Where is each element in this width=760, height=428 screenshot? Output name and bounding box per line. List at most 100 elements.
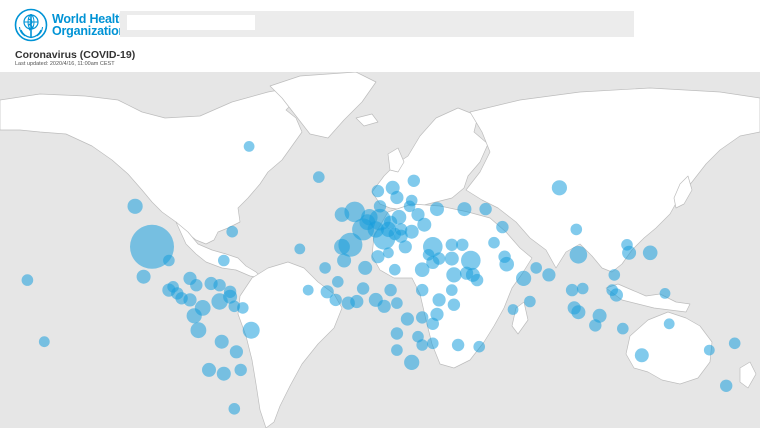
case-bubble[interactable]: [163, 254, 175, 267]
search-input[interactable]: [127, 15, 255, 30]
case-bubble[interactable]: [663, 318, 675, 330]
case-bubble[interactable]: [216, 366, 231, 381]
case-bubble[interactable]: [542, 268, 556, 282]
case-bubble[interactable]: [38, 336, 50, 348]
case-bubble[interactable]: [329, 293, 342, 307]
case-bubble[interactable]: [373, 200, 387, 213]
case-bubble[interactable]: [371, 184, 385, 198]
case-bubble[interactable]: [211, 293, 228, 310]
case-bubble[interactable]: [479, 202, 492, 216]
case-bubble[interactable]: [617, 322, 629, 335]
world-map-canvas[interactable]: [0, 72, 760, 428]
case-bubble[interactable]: [608, 269, 621, 281]
case-bubble[interactable]: [473, 340, 486, 353]
case-bubble[interactable]: [416, 339, 429, 351]
case-bubble[interactable]: [391, 344, 403, 356]
case-bubble[interactable]: [358, 260, 373, 275]
case-bubble[interactable]: [499, 256, 514, 272]
case-bubble[interactable]: [507, 304, 519, 315]
case-bubble[interactable]: [551, 180, 568, 196]
case-bubble[interactable]: [589, 319, 602, 332]
case-bubble[interactable]: [334, 238, 350, 255]
case-bubble[interactable]: [565, 283, 579, 297]
case-bubble[interactable]: [416, 311, 429, 324]
case-bubble[interactable]: [400, 312, 414, 326]
case-bubble[interactable]: [294, 243, 306, 255]
case-bubble[interactable]: [391, 297, 403, 309]
who-logo[interactable]: World Health Organization: [14, 8, 127, 42]
case-bubble[interactable]: [234, 363, 247, 377]
case-bubble[interactable]: [407, 174, 420, 187]
case-bubble[interactable]: [228, 300, 241, 313]
case-bubble[interactable]: [350, 294, 364, 309]
case-bubble[interactable]: [229, 345, 243, 359]
case-bubble[interactable]: [186, 308, 202, 324]
case-bubble[interactable]: [446, 267, 462, 283]
world-map[interactable]: [0, 72, 760, 428]
case-bubble[interactable]: [606, 284, 618, 296]
case-bubble[interactable]: [444, 251, 459, 266]
case-bubble[interactable]: [242, 321, 260, 339]
case-bubble[interactable]: [728, 337, 741, 350]
case-bubble[interactable]: [457, 202, 472, 217]
case-bubble[interactable]: [243, 141, 255, 152]
case-bubble[interactable]: [167, 281, 179, 293]
case-bubble[interactable]: [371, 250, 385, 264]
case-bubble[interactable]: [496, 220, 509, 234]
case-bubble[interactable]: [576, 282, 589, 295]
case-bubble[interactable]: [703, 344, 715, 356]
case-bubble[interactable]: [183, 293, 197, 307]
case-bubble[interactable]: [642, 245, 658, 261]
case-bubble[interactable]: [621, 239, 633, 251]
case-bubble[interactable]: [190, 322, 207, 339]
case-bubble[interactable]: [384, 215, 398, 229]
case-bubble[interactable]: [127, 198, 143, 214]
case-bubble[interactable]: [405, 194, 418, 207]
case-bubble[interactable]: [516, 270, 532, 286]
case-bubble[interactable]: [226, 225, 238, 238]
case-bubble[interactable]: [524, 295, 536, 308]
case-bubble[interactable]: [416, 283, 429, 297]
case-bubble[interactable]: [456, 238, 469, 251]
case-bubble[interactable]: [389, 263, 401, 276]
case-bubble[interactable]: [404, 354, 420, 370]
case-bubble[interactable]: [332, 276, 344, 288]
case-bubble[interactable]: [659, 288, 671, 299]
case-bubble[interactable]: [384, 283, 397, 297]
case-bubble[interactable]: [570, 223, 583, 236]
case-bubble[interactable]: [377, 299, 391, 313]
case-bubble[interactable]: [426, 317, 439, 330]
case-bubble[interactable]: [432, 293, 446, 307]
case-bubble[interactable]: [446, 284, 458, 296]
case-bubble[interactable]: [451, 338, 465, 352]
case-bubble[interactable]: [356, 282, 370, 295]
case-bubble[interactable]: [394, 223, 408, 236]
case-bubble[interactable]: [530, 262, 542, 274]
case-bubble[interactable]: [214, 334, 229, 349]
case-bubble[interactable]: [319, 262, 331, 274]
case-bubble[interactable]: [427, 337, 439, 350]
case-bubble[interactable]: [571, 305, 586, 320]
case-bubble[interactable]: [218, 254, 230, 267]
case-bubble[interactable]: [183, 271, 197, 285]
case-bubble[interactable]: [228, 403, 241, 415]
case-bubble[interactable]: [302, 284, 314, 296]
case-bubble[interactable]: [569, 246, 588, 264]
case-bubble[interactable]: [213, 279, 226, 292]
case-bubble[interactable]: [202, 362, 216, 377]
case-bubble[interactable]: [390, 327, 404, 340]
case-bubble[interactable]: [313, 171, 325, 183]
case-bubble[interactable]: [337, 253, 352, 268]
case-bubble[interactable]: [447, 298, 461, 311]
case-bubble[interactable]: [21, 274, 34, 286]
case-bubble[interactable]: [390, 190, 404, 205]
case-bubble[interactable]: [430, 202, 444, 217]
case-bubble[interactable]: [422, 249, 435, 261]
case-bubble[interactable]: [136, 269, 151, 284]
case-bubble[interactable]: [488, 236, 500, 249]
case-bubble[interactable]: [465, 267, 480, 282]
case-bubble[interactable]: [634, 348, 649, 363]
case-bubble[interactable]: [720, 379, 733, 392]
case-bubble[interactable]: [383, 247, 394, 259]
organization-name: World Health Organization: [52, 13, 127, 38]
